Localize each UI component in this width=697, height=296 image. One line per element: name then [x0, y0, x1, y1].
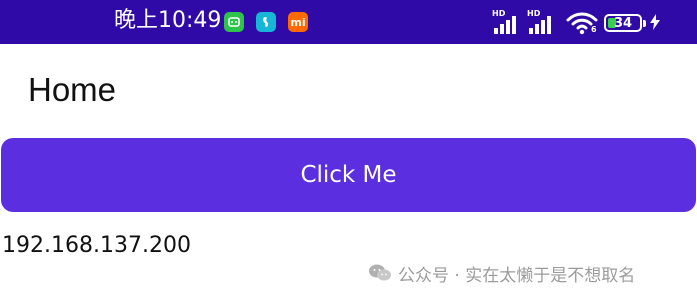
wifi-badge: 6 — [591, 25, 597, 34]
ip-address-label: 192.168.137.200 — [2, 233, 191, 258]
battery-level: 34 — [613, 16, 633, 31]
charging-icon — [650, 14, 660, 34]
wechat-icon — [368, 262, 392, 284]
watermark-text: 公众号 · 实在太懒于是不想取名 — [398, 265, 636, 286]
wifi-icon: 6 — [566, 12, 598, 36]
watermark: 公众号 · 实在太懒于是不想取名 — [368, 261, 636, 286]
signal-icon: HD — [492, 10, 526, 34]
status-time: 晚上10:49 — [114, 8, 222, 33]
mi-icon: mi — [288, 12, 308, 32]
notification-app-icon — [256, 12, 276, 32]
battery-icon: 34 — [604, 14, 642, 32]
notification-app-icon — [224, 12, 244, 32]
mi-label: mi — [290, 15, 306, 29]
page-title: Home — [28, 71, 117, 108]
status-bar: 晚上10:49 mi HD HD 6 34 — [0, 0, 697, 44]
click-me-button[interactable]: Click Me — [1, 138, 696, 212]
signal-icon: HD — [527, 10, 561, 34]
battery-tip — [643, 20, 646, 27]
